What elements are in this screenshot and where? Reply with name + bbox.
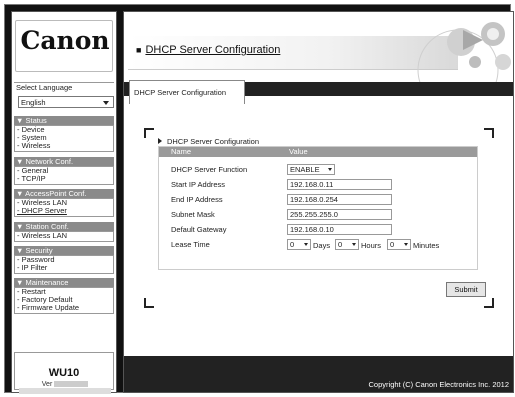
section-title: DHCP Server Configuration (158, 137, 259, 146)
build-redacted (19, 388, 111, 394)
chevron-down-icon (352, 243, 356, 246)
menu-network-header[interactable]: ▼ Network Conf. (14, 157, 114, 166)
menu-item-dhcp-server[interactable]: - DHCP Server (15, 207, 113, 215)
lease-hours-select[interactable]: 0 (335, 239, 359, 250)
page-title-text: DHCP Server Configuration (145, 44, 281, 56)
select-language-label: Select Language (14, 82, 114, 92)
lease-time-label: Lease Time (171, 240, 210, 249)
page-title: ■ DHCP Server Configuration (136, 44, 280, 56)
table-header: Name Value (159, 147, 477, 157)
panel-corner (484, 128, 494, 138)
menu-network: - General - TCP/IP (14, 166, 114, 185)
canon-logo: Canon (20, 26, 110, 55)
end-ip-label: End IP Address (171, 195, 223, 204)
table-row: End IP Address 192.168.0.254 (159, 193, 477, 207)
lease-minutes-select[interactable]: 0 (387, 239, 411, 250)
tab-dhcp-server-configuration[interactable]: DHCP Server Configuration (129, 80, 245, 104)
chevron-down-icon (404, 243, 408, 246)
table-row: Start IP Address 192.168.0.11 (159, 178, 477, 192)
dhcp-config-panel: DHCP Server Configuration Name Value DHC… (144, 128, 494, 308)
subnet-mask-label: Subnet Mask (171, 210, 215, 219)
panel-corner (144, 298, 154, 308)
chevron-down-icon (328, 168, 332, 171)
submit-button[interactable]: Submit (446, 282, 486, 297)
menu-station: - Wireless LAN (14, 231, 114, 242)
start-ip-label: Start IP Address (171, 180, 226, 189)
section-title-text: DHCP Server Configuration (167, 137, 259, 146)
default-gateway-label: Default Gateway (171, 225, 227, 234)
model-box: WU10 Ver (14, 352, 115, 394)
lease-minutes-value: 0 (390, 240, 395, 249)
menu-maintenance: - Restart - Factory Default - Firmware U… (14, 287, 114, 314)
lease-hours-unit: Hours (361, 241, 382, 250)
dhcp-function-label: DHCP Server Function (171, 165, 248, 174)
subnet-mask-input[interactable]: 255.255.255.0 (287, 209, 392, 220)
start-ip-input[interactable]: 192.168.0.11 (287, 179, 392, 190)
page-banner: ■ DHCP Server Configuration (124, 12, 513, 82)
decorative-circles-icon (417, 22, 511, 82)
menu-item-wireless[interactable]: - Wireless (15, 142, 113, 150)
dhcp-function-value: ENABLE (290, 165, 320, 174)
table-row: Subnet Mask 255.255.255.0 (159, 208, 477, 222)
dhcp-function-select[interactable]: ENABLE (287, 164, 335, 175)
footer: Copyright (C) Canon Electronics Inc. 201… (124, 356, 513, 392)
panel-corner (484, 298, 494, 308)
chevron-down-icon (103, 101, 109, 105)
lease-hours-value: 0 (338, 240, 343, 249)
version-redacted (54, 381, 89, 388)
version-label: Ver (41, 381, 53, 388)
main-content: ■ DHCP Server Configuration DHCP Server C… (123, 11, 514, 393)
menu-security: - Password - IP Filter (14, 255, 114, 274)
model-name: WU10 (48, 367, 80, 379)
column-header-value: Value (289, 147, 308, 156)
browser-frame: Canon Select Language English ▼ Status -… (4, 4, 514, 394)
settings-table: Name Value DHCP Server Function ENABLE S… (158, 146, 478, 270)
menu-accesspoint-header[interactable]: ▼ AccessPoint Conf. (14, 189, 114, 198)
column-header-name: Name (171, 147, 192, 156)
triangle-right-icon (158, 138, 162, 144)
menu-status-header[interactable]: ▼ Status (14, 116, 114, 125)
config-content: DHCP Server Configuration Name Value DHC… (124, 104, 513, 356)
default-gateway-input[interactable]: 192.168.0.10 (287, 224, 392, 235)
menu-accesspoint: - Wireless LAN - DHCP Server (14, 198, 114, 217)
menu-status: - Device - System - Wireless (14, 125, 114, 152)
table-row: Lease Time 0 Days 0 Hours 0 Minutes (159, 238, 477, 252)
table-row: DHCP Server Function ENABLE (159, 163, 477, 177)
menu-item-station-wireless-lan[interactable]: - Wireless LAN (15, 232, 113, 240)
lease-days-select[interactable]: 0 (287, 239, 311, 250)
end-ip-input[interactable]: 192.168.0.254 (287, 194, 392, 205)
square-bullet-icon: ■ (136, 45, 142, 55)
table-row: Default Gateway 192.168.0.10 (159, 223, 477, 237)
copyright-text: Copyright (C) Canon Electronics Inc. 201… (368, 380, 509, 389)
version-info: Ver (15, 381, 115, 388)
lease-minutes-unit: Minutes (413, 241, 440, 250)
language-value: English (21, 98, 46, 107)
menu-station-header[interactable]: ▼ Station Conf. (14, 222, 114, 231)
language-select[interactable]: English (18, 96, 114, 108)
menu-item-firmware-update[interactable]: - Firmware Update (15, 304, 113, 312)
lease-days-value: 0 (290, 240, 295, 249)
menu-item-ip-filter[interactable]: - IP Filter (15, 264, 113, 272)
menu-maintenance-header[interactable]: ▼ Maintenance (14, 278, 114, 287)
menu-security-header[interactable]: ▼ Security (14, 246, 114, 255)
sidebar: Canon Select Language English ▼ Status -… (11, 11, 117, 394)
lease-days-unit: Days (313, 241, 331, 250)
menu-item-tcpip[interactable]: - TCP/IP (15, 175, 113, 183)
chevron-down-icon (304, 243, 308, 246)
panel-corner (144, 128, 154, 138)
